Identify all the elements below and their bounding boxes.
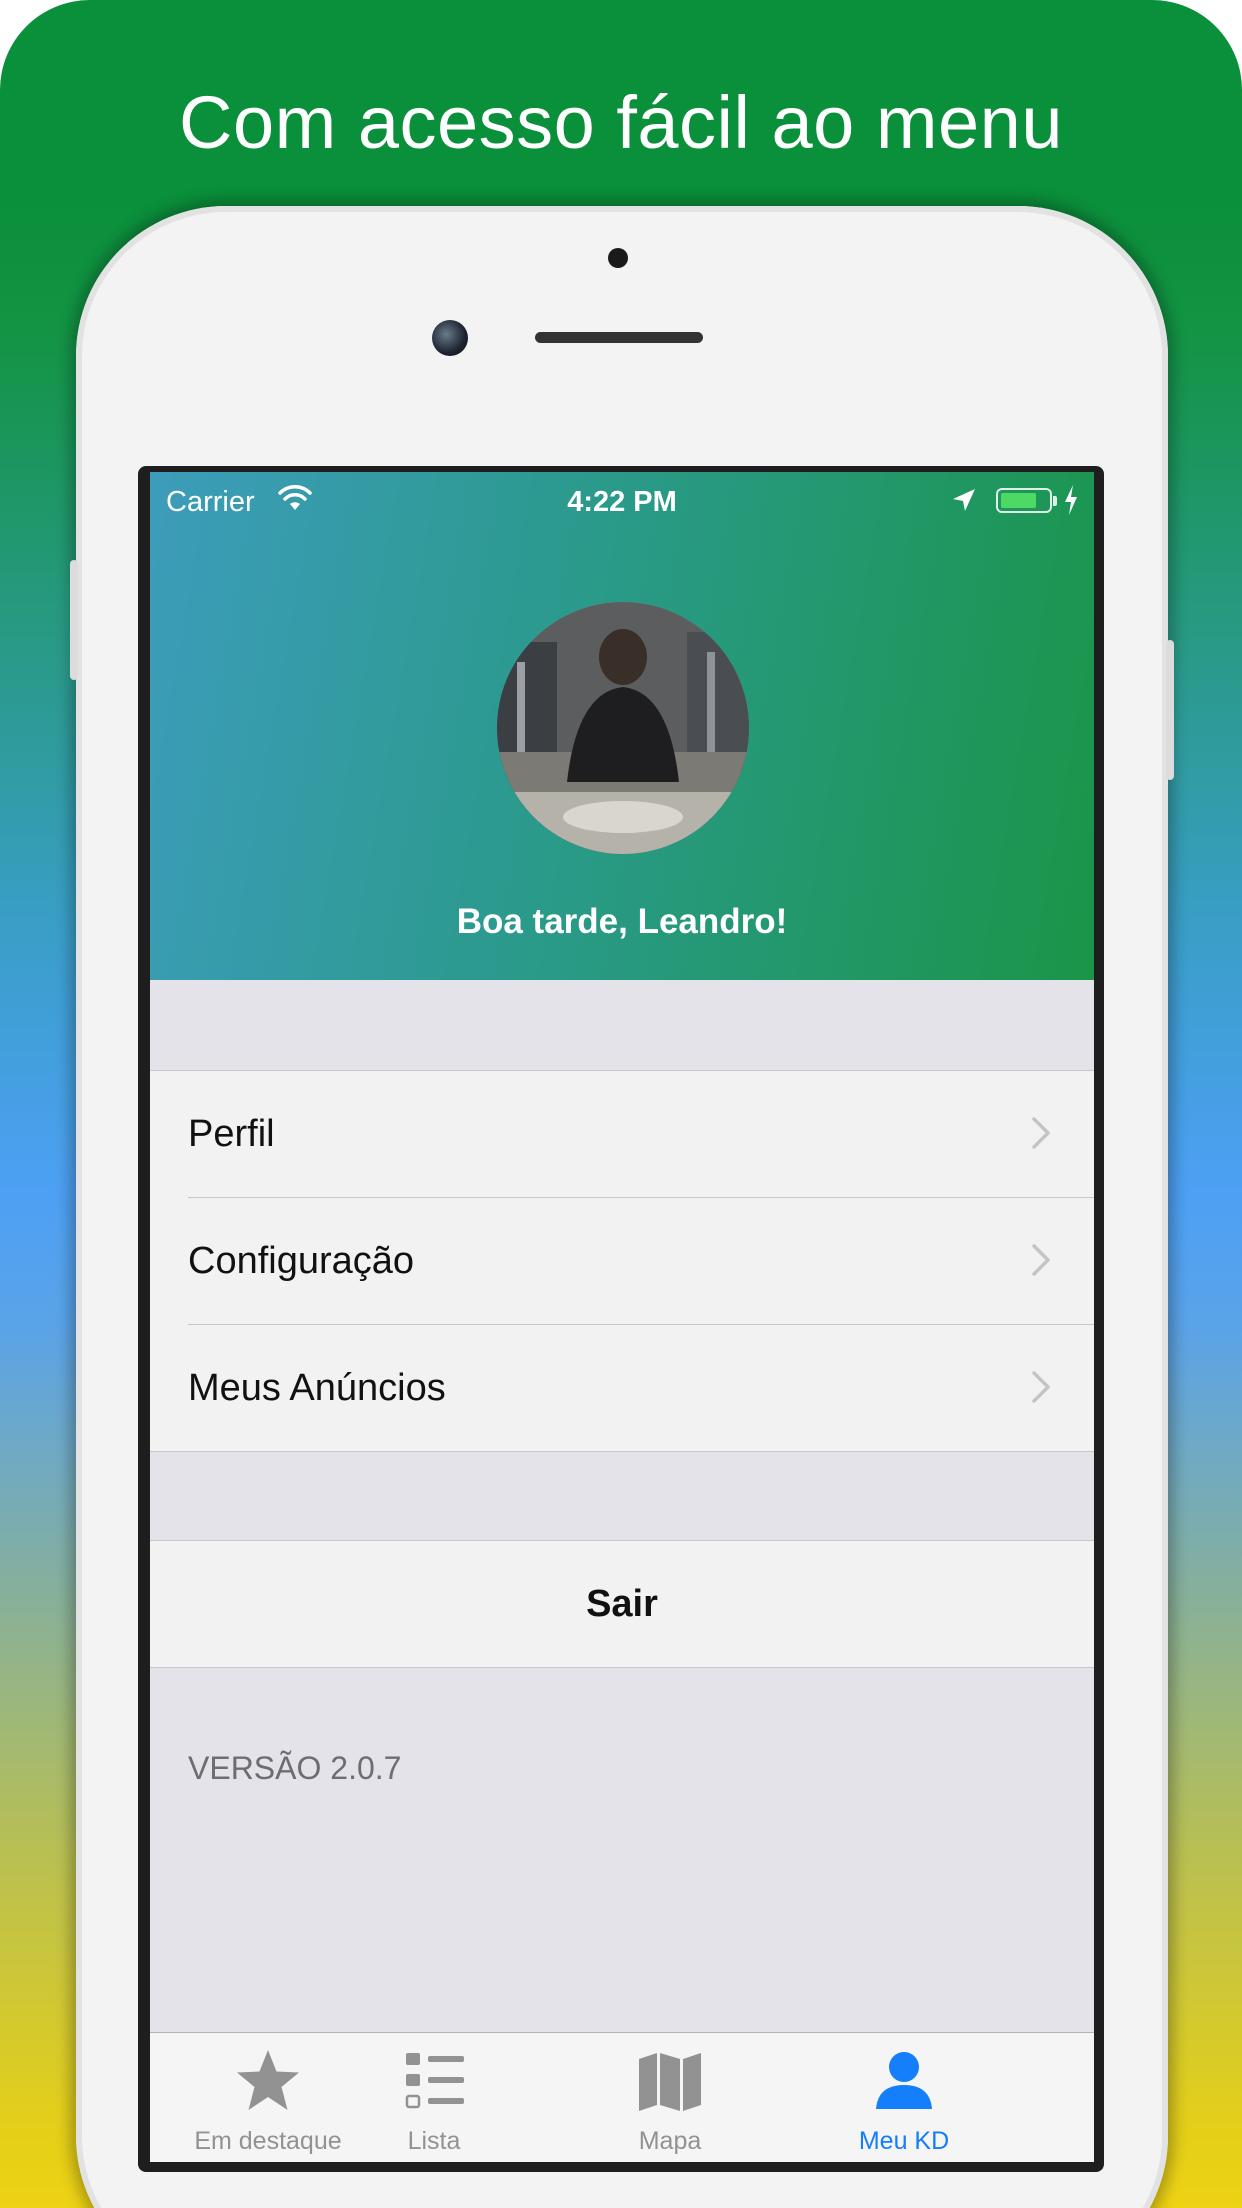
star-icon: [237, 2050, 299, 2110]
battery-level: [1001, 493, 1036, 508]
map-icon: [639, 2053, 701, 2111]
menu-item-label: Perfil: [188, 1113, 275, 1155]
profile-header: Carrier 4:22 PM Boa tarde, Leandro!: [150, 472, 1094, 980]
greeting-text: Boa tarde, Leandro!: [456, 902, 788, 941]
phone-earpiece: [535, 332, 703, 343]
person-icon: [876, 2052, 932, 2109]
logout-label: Sair: [586, 1583, 658, 1625]
chevron-right-icon: [1032, 1244, 1050, 1276]
battery-tip: [1053, 496, 1057, 506]
menu-item-label: Meus Anúncios: [188, 1367, 446, 1409]
avatar-photo: [497, 602, 749, 854]
status-bar: Carrier 4:22 PM: [150, 472, 1094, 532]
tab-lista[interactable]: Lista: [316, 2033, 552, 2162]
tab-label: Meu KD: [858, 2127, 950, 2155]
promo-headline: Com acesso fácil ao menu: [179, 81, 1063, 164]
battery-icon: [996, 488, 1052, 513]
logout-button[interactable]: Sair: [150, 1540, 1094, 1668]
tab-label: Mapa: [638, 2127, 702, 2155]
menu-item-meus-anuncios[interactable]: Meus Anúncios: [150, 1325, 1094, 1451]
avatar[interactable]: [497, 602, 749, 854]
chevron-right-icon: [1032, 1117, 1050, 1149]
menu-item-label: Configuração: [188, 1240, 415, 1282]
tab-bar: Em destaque Lista Mapa Meu KD: [150, 2032, 1094, 2162]
location-arrow-icon: [953, 489, 975, 511]
phone-volume-button: [1166, 640, 1174, 780]
phone-sensor: [608, 248, 628, 268]
tab-label: Lista: [407, 2127, 461, 2155]
phone-camera: [432, 320, 468, 356]
charging-bolt-icon: [1065, 485, 1077, 515]
promo-background: Com acesso fácil ao menu Carrier 4:22 PM: [0, 0, 1242, 2208]
tab-mapa[interactable]: Mapa: [552, 2033, 788, 2162]
menu-list: Perfil Configuração Meus Anúncios: [150, 1070, 1094, 1452]
list-icon: [405, 2053, 464, 2109]
menu-item-configuracao[interactable]: Configuração: [150, 1198, 1094, 1324]
version-label: VERSÃO 2.0.7: [188, 1750, 402, 1786]
app-screen: Carrier 4:22 PM Boa tarde, Leandro! Perf…: [150, 472, 1094, 2162]
chevron-right-icon: [1032, 1371, 1050, 1403]
menu-item-perfil[interactable]: Perfil: [150, 1071, 1094, 1197]
phone-side-button: [70, 560, 78, 680]
tab-meu-kd[interactable]: Meu KD: [786, 2033, 1022, 2162]
